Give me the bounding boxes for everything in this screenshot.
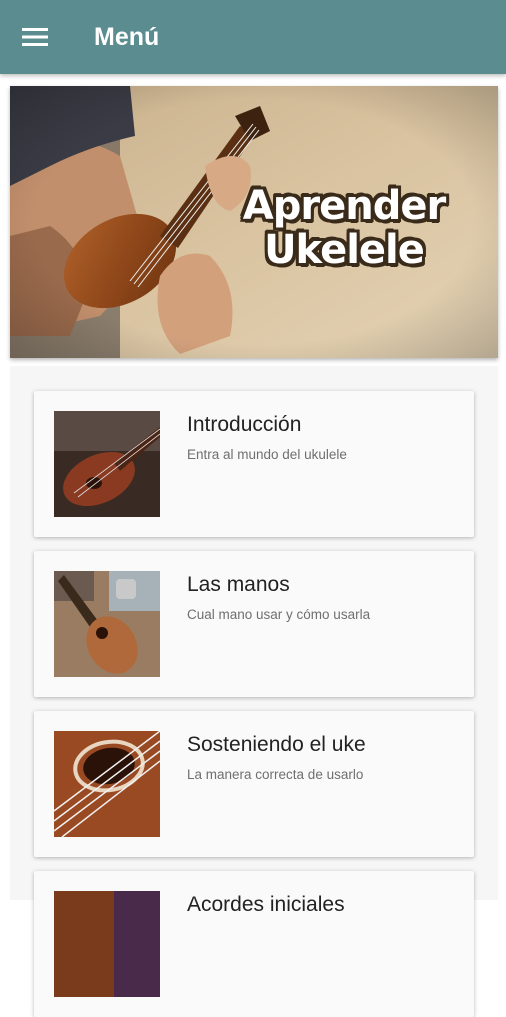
- lesson-title: Las manos: [187, 573, 290, 596]
- lesson-subtitle: La manera correcta de usarlo: [187, 767, 364, 782]
- lesson-thumbnail: [54, 411, 160, 517]
- lesson-title: Sosteniendo el uke: [187, 733, 366, 756]
- lesson-subtitle: Entra al mundo del ukulele: [187, 447, 347, 462]
- banner-title-line1: Aprender: [242, 183, 446, 229]
- menu-button[interactable]: [14, 17, 56, 57]
- lesson-card-acordes[interactable]: Acordes iniciales: [34, 871, 474, 1017]
- ukulele-thumbnail-image: [54, 891, 160, 997]
- lesson-card-las-manos[interactable]: Las manos Cual mano usar y cómo usarla: [34, 551, 474, 697]
- ukulele-thumbnail-image: [54, 731, 160, 837]
- lesson-thumbnail: [54, 731, 160, 837]
- lesson-card-sosteniendo[interactable]: Sosteniendo el uke La manera correcta de…: [34, 711, 474, 857]
- lesson-subtitle: Cual mano usar y cómo usarla: [187, 607, 371, 622]
- app-bar-title: Menú: [94, 23, 160, 51]
- lesson-thumbnail: [54, 891, 160, 997]
- ukulele-thumbnail-image: [54, 411, 160, 517]
- hero-banner: Aprender Ukelele: [10, 86, 498, 358]
- hamburger-menu-icon: [22, 28, 48, 46]
- lesson-title: Acordes iniciales: [187, 893, 345, 916]
- ukulele-thumbnail-image: [54, 571, 160, 677]
- banner-title: Aprender Ukelele: [224, 184, 464, 272]
- lesson-thumbnail: [54, 571, 160, 677]
- banner-title-line2: Ukelele: [264, 227, 425, 273]
- app-bar: Menú: [0, 0, 506, 74]
- lesson-card-introduccion[interactable]: Introducción Entra al mundo del ukulele: [34, 391, 474, 537]
- lesson-title: Introducción: [187, 413, 302, 436]
